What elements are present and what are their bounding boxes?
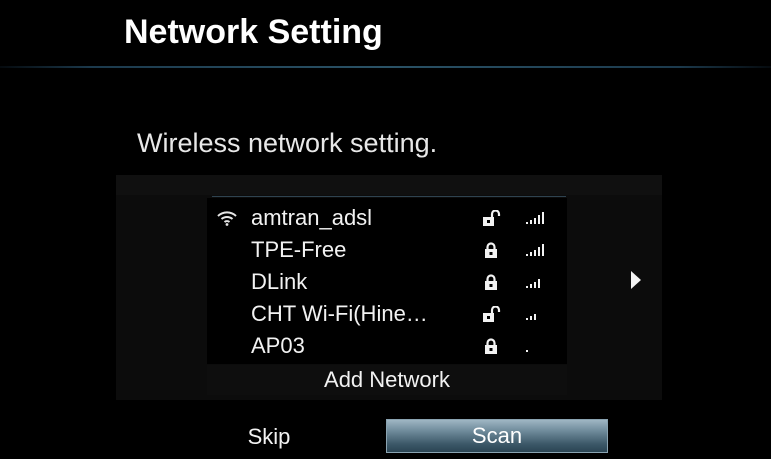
network-list-header <box>116 175 662 195</box>
network-name: TPE-Free <box>251 237 347 262</box>
scan-button[interactable]: Scan <box>386 419 608 453</box>
unlocked-icon <box>483 210 501 226</box>
network-item[interactable]: DLink <box>207 266 567 298</box>
unlocked-icon <box>483 306 501 322</box>
signal-strength-icon <box>526 244 544 256</box>
lock-icon <box>485 338 497 354</box>
arrow-right-icon[interactable] <box>630 270 642 290</box>
network-name: CHT Wi-Fi(Hine… <box>251 301 428 326</box>
network-name: amtran_adsl <box>251 205 373 230</box>
add-network-button[interactable]: Add Network <box>207 365 567 395</box>
network-item[interactable]: AP03 <box>207 330 567 362</box>
skip-button[interactable]: Skip <box>205 421 333 453</box>
screen-edge <box>771 0 783 459</box>
signal-strength-icon <box>526 314 536 320</box>
network-item[interactable]: TPE-Free <box>207 234 567 266</box>
lock-icon <box>485 242 497 258</box>
lock-icon <box>485 274 497 290</box>
page-title: Network Setting <box>124 13 383 51</box>
network-name: AP03 <box>251 333 305 358</box>
network-list-divider <box>212 196 566 197</box>
tv-screen: Network Setting Wireless network setting… <box>0 0 771 459</box>
section-subtitle: Wireless network setting. <box>137 128 438 158</box>
network-item[interactable]: CHT Wi-Fi(Hine… <box>207 298 567 330</box>
signal-strength-icon <box>526 350 528 352</box>
title-divider <box>0 66 771 68</box>
signal-strength-icon <box>526 212 544 224</box>
signal-strength-icon <box>526 279 540 288</box>
network-item[interactable]: amtran_adsl <box>207 202 567 234</box>
wifi-connected-icon <box>217 211 237 226</box>
network-name: DLink <box>251 269 308 294</box>
